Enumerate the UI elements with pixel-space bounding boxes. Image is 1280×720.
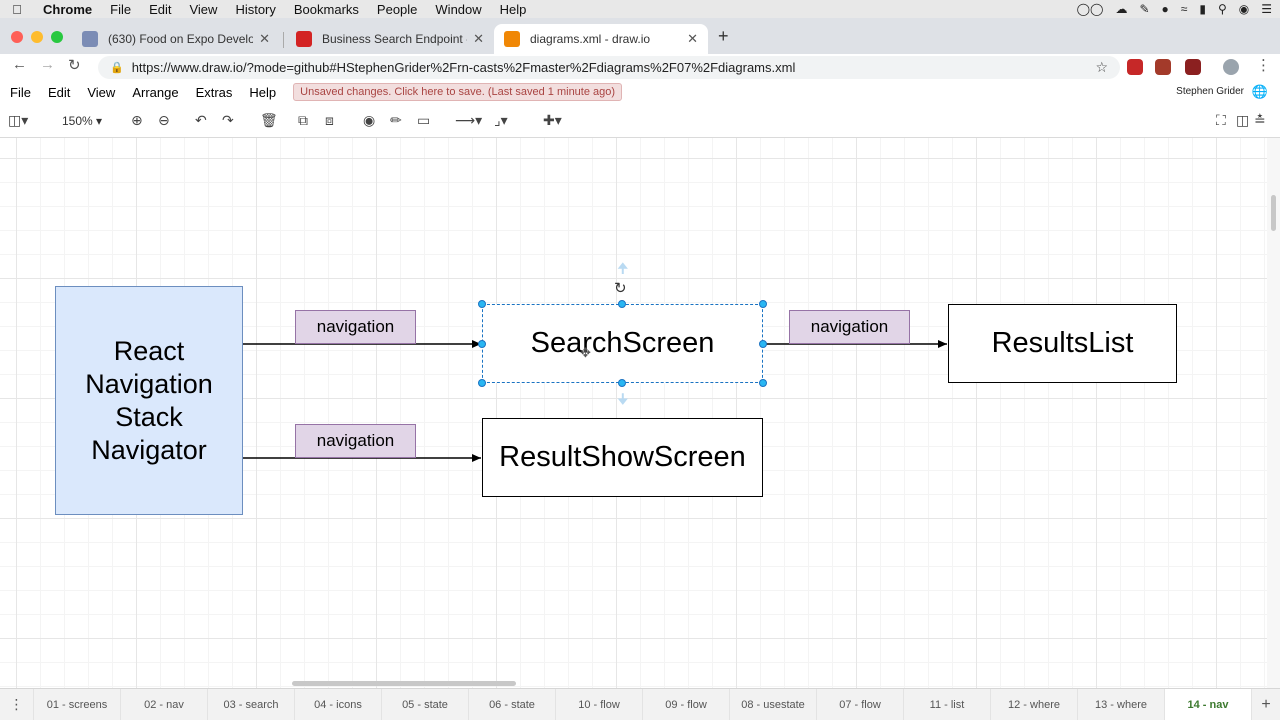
page-tab[interactable]: 11 - list [904, 689, 991, 720]
move-cursor-icon: ✥ [580, 345, 591, 360]
resize-handle-se[interactable] [759, 379, 767, 387]
page-tab[interactable]: 13 - where [1078, 689, 1165, 720]
node-search-screen-label: SearchScreen [530, 327, 715, 359]
resize-handle-nw[interactable] [478, 300, 486, 308]
resize-handle-e[interactable] [759, 340, 767, 348]
page-tab[interactable]: 09 - flow [643, 689, 730, 720]
add-page-icon[interactable]: + [1252, 689, 1280, 720]
node-stack-navigator-line: Stack [115, 401, 183, 432]
page-tab[interactable]: 08 - usestate [730, 689, 817, 720]
node-stack-navigator-line: React [113, 335, 185, 366]
node-results-list[interactable]: ResultsList [948, 304, 1177, 383]
node-stack-navigator-line: Navigation [85, 368, 213, 399]
page-tab[interactable]: 05 - state [382, 689, 469, 720]
page-tab[interactable]: 07 - flow [817, 689, 904, 720]
node-stack-navigator[interactable]: React Navigation Stack Navigator [55, 286, 243, 515]
clone-arrow-up-icon[interactable]: 🠉 [617, 258, 629, 282]
page-tab[interactable]: 10 - flow [556, 689, 643, 720]
node-results-list-label: ResultsList [991, 327, 1134, 359]
node-result-show-screen-label: ResultShowScreen [499, 441, 746, 473]
node-stack-navigator-line: Navigator [91, 434, 207, 465]
resize-handle-s[interactable] [618, 379, 626, 387]
page-tab[interactable]: 12 - where [991, 689, 1078, 720]
page-tab[interactable]: 04 - icons [295, 689, 382, 720]
page-tab[interactable]: 06 - state [469, 689, 556, 720]
clone-arrow-down-icon[interactable]: 🠋 [617, 389, 629, 413]
node-result-show-screen[interactable]: ResultShowScreen [482, 418, 763, 497]
edge-label-navigation[interactable]: navigation [789, 310, 910, 344]
pages-menu-icon[interactable]: ⋮ [0, 689, 34, 720]
resize-handle-w[interactable] [478, 340, 486, 348]
page-tab[interactable]: 01 - screens [34, 689, 121, 720]
edge-label-text: navigation [316, 431, 395, 450]
page-tab[interactable]: 02 - nav [121, 689, 208, 720]
resize-handle-ne[interactable] [759, 300, 767, 308]
page-tab-active[interactable]: 14 - nav [1165, 689, 1252, 720]
edge-label-navigation[interactable]: navigation [295, 310, 416, 344]
edge-label-navigation[interactable]: navigation [295, 424, 416, 458]
edge-label-text: navigation [810, 317, 889, 336]
page-tab[interactable]: 03 - search [208, 689, 295, 720]
page-tabs-bar: ⋮ 01 - screens 02 - nav 03 - search 04 -… [0, 688, 1280, 720]
resize-handle-n[interactable] [618, 300, 626, 308]
resize-handle-sw[interactable] [478, 379, 486, 387]
node-search-screen[interactable]: SearchScreen [482, 304, 763, 383]
edge-label-text: navigation [316, 317, 395, 336]
